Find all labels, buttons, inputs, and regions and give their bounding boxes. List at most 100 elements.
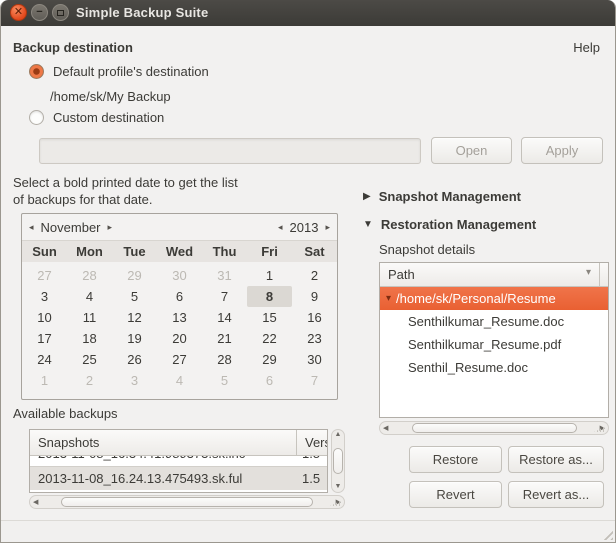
restoration-management-expander[interactable]: ▼ Restoration Management [363, 217, 536, 232]
prev-month-icon[interactable]: ◂ [29, 222, 34, 233]
calendar-day[interactable]: 27 [22, 265, 67, 286]
scroll-down-icon[interactable]: ▼ [335, 483, 342, 491]
scroll-up-icon[interactable]: ▲ [335, 431, 342, 439]
radio-unchecked-icon[interactable] [29, 110, 44, 125]
calendar-day[interactable]: 1 [247, 265, 292, 286]
maximize-icon [57, 10, 64, 16]
sort-arrow-icon[interactable]: ▾ [586, 267, 591, 278]
calendar-day[interactable]: 26 [112, 349, 157, 370]
app-window: ✕ − Simple Backup Suite Backup destinati… [0, 0, 616, 543]
calendar-day[interactable]: 15 [247, 307, 292, 328]
tree-root-row[interactable]: ▾ /home/sk/Personal/Resume [380, 287, 608, 310]
calendar-day[interactable]: 7 [202, 286, 247, 307]
snapshot-details-tree[interactable]: Path ▾ ▾ /home/sk/Personal/Resume Senthi… [379, 262, 609, 418]
minimize-button[interactable]: − [31, 4, 48, 21]
tree-file-row[interactable]: Senthilkumar_Resume.pdf [380, 333, 608, 356]
calendar-day[interactable]: 29 [112, 265, 157, 286]
calendar-day[interactable]: 30 [157, 265, 202, 286]
prev-year-icon[interactable]: ◂ [278, 222, 283, 233]
next-column-sliver [600, 263, 608, 286]
custom-destination-input[interactable] [39, 138, 421, 164]
restore-button[interactable]: Restore [409, 446, 502, 473]
default-destination-label: Default profile's destination [53, 64, 209, 79]
restore-as-button[interactable]: Restore as... [508, 446, 604, 473]
calendar-day[interactable]: 6 [157, 286, 202, 307]
next-month-icon[interactable]: ▸ [108, 222, 113, 233]
calendar-day[interactable]: 5 [202, 370, 247, 391]
calendar-day[interactable]: 11 [67, 307, 112, 328]
titlebar[interactable]: ✕ − Simple Backup Suite [1, 0, 615, 26]
calendar-day[interactable]: 12 [112, 307, 157, 328]
calendar-day[interactable]: 2 [292, 265, 337, 286]
available-backups-table[interactable]: Snapshots Version 2013-11-08_16.34.41.98… [29, 429, 328, 493]
calendar-day[interactable]: 2 [67, 370, 112, 391]
calendar-day[interactable]: 22 [247, 328, 292, 349]
calendar-day[interactable]: 31 [202, 265, 247, 286]
backups-vertical-scrollbar[interactable]: ▲ ▼ [331, 429, 345, 493]
calendar-day[interactable]: 4 [67, 286, 112, 307]
calendar-day[interactable]: 27 [157, 349, 202, 370]
calendar-day[interactable]: 13 [157, 307, 202, 328]
snapshot-management-expander[interactable]: ▶ Snapshot Management [363, 189, 521, 204]
calendar-day[interactable]: 5 [112, 286, 157, 307]
calendar-day[interactable]: 19 [112, 328, 157, 349]
expander-collapsed-icon[interactable]: ▶ [363, 191, 371, 202]
apply-button[interactable]: Apply [521, 137, 603, 164]
calendar-grid: 2728293031123456789101112131415161718192… [22, 262, 337, 391]
calendar-day[interactable]: 9 [292, 286, 337, 307]
scroll-left-icon[interactable]: ◀ [383, 424, 388, 432]
calendar-day[interactable]: 4 [157, 370, 202, 391]
expander-expanded-icon[interactable]: ▼ [363, 219, 373, 230]
snapshots-column-header[interactable]: Snapshots [30, 430, 297, 455]
calendar-day[interactable]: 24 [22, 349, 67, 370]
calendar-day[interactable]: 8 [247, 286, 292, 307]
calendar-hint-line2: of backups for that date. [13, 191, 238, 208]
revert-as-button[interactable]: Revert as... [508, 481, 604, 508]
scrollbar-thumb[interactable] [333, 448, 343, 474]
calendar-day[interactable]: 23 [292, 328, 337, 349]
calendar-day[interactable]: 14 [202, 307, 247, 328]
calendar-day[interactable]: 20 [157, 328, 202, 349]
next-year-icon[interactable]: ▸ [325, 222, 330, 233]
calendar-day[interactable]: 17 [22, 328, 67, 349]
calendar-day[interactable]: 28 [202, 349, 247, 370]
calendar-day[interactable]: 16 [292, 307, 337, 328]
maximize-button[interactable] [52, 4, 69, 21]
calendar-day[interactable]: 3 [22, 286, 67, 307]
calendar-day[interactable]: 1 [22, 370, 67, 391]
version-column-header[interactable]: Version [297, 430, 327, 455]
calendar-dayname: Fri [247, 244, 292, 259]
table-row[interactable]: 2013-11-08_16.24.13.475493.sk.ful 1.5 [30, 466, 327, 490]
calendar-day[interactable]: 18 [67, 328, 112, 349]
backups-horizontal-scrollbar[interactable]: ◀ ▶ [29, 495, 345, 509]
resize-grip-icon[interactable] [600, 527, 613, 540]
default-destination-radio-row[interactable]: Default profile's destination [29, 64, 209, 79]
calendar-day[interactable]: 29 [247, 349, 292, 370]
tree-horizontal-scrollbar[interactable]: ◀ ▶ [379, 421, 609, 435]
open-button[interactable]: Open [431, 137, 512, 164]
default-destination-path: /home/sk/My Backup [50, 89, 171, 104]
calendar-day[interactable]: 28 [67, 265, 112, 286]
calendar-day[interactable]: 6 [247, 370, 292, 391]
calendar-hint-line1: Select a bold printed date to get the li… [13, 174, 238, 191]
calendar-day[interactable]: 21 [202, 328, 247, 349]
minimize-icon: − [36, 7, 42, 18]
calendar-day[interactable]: 7 [292, 370, 337, 391]
calendar-day[interactable]: 10 [22, 307, 67, 328]
radio-checked-icon[interactable] [29, 64, 44, 79]
revert-button[interactable]: Revert [409, 481, 502, 508]
scrollbar-thumb[interactable] [412, 423, 577, 433]
tree-file-row[interactable]: Senthil_Resume.doc [380, 356, 608, 379]
calendar-day[interactable]: 30 [292, 349, 337, 370]
tree-file-row[interactable]: Senthilkumar_Resume.doc [380, 310, 608, 333]
expand-triangle-icon[interactable]: ▾ [386, 293, 391, 304]
help-link[interactable]: Help [573, 40, 600, 55]
close-button[interactable]: ✕ [10, 4, 27, 21]
calendar-day[interactable]: 3 [112, 370, 157, 391]
calendar-day[interactable]: 25 [67, 349, 112, 370]
scroll-left-icon[interactable]: ◀ [33, 498, 38, 506]
path-column-header[interactable]: Path ▾ [380, 263, 600, 286]
custom-destination-radio-row[interactable]: Custom destination [29, 110, 164, 125]
scrollbar-thumb[interactable] [61, 497, 313, 507]
table-row[interactable]: 2013-11-08_16.34.41.989373.sk.inc 1.5 [30, 456, 327, 466]
